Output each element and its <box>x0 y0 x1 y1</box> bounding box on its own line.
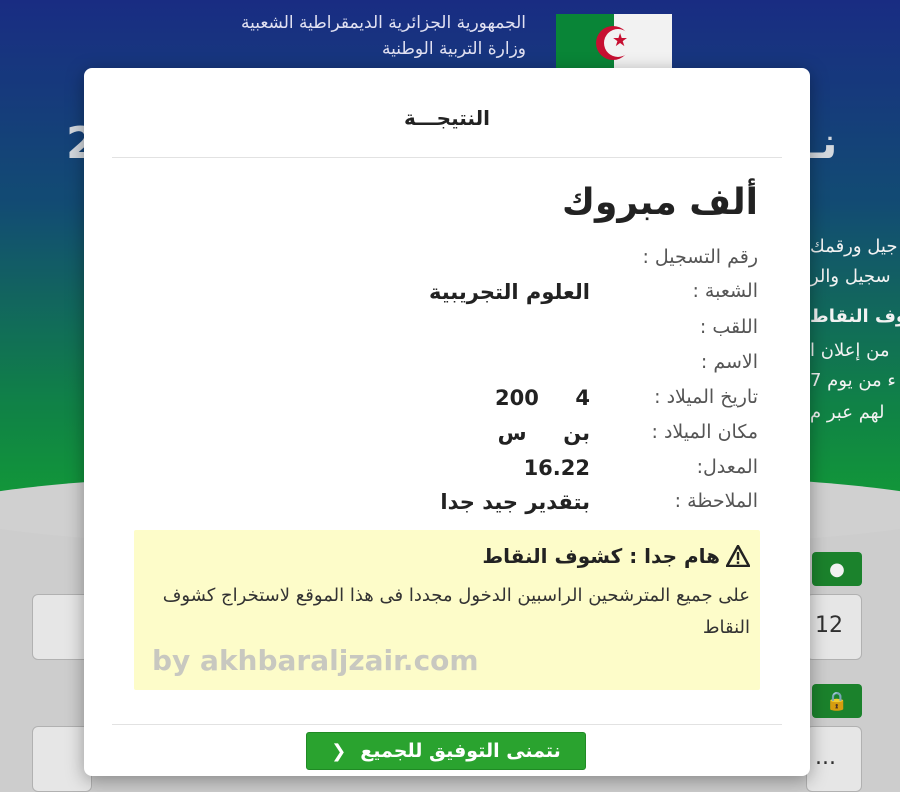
divider <box>112 157 782 158</box>
field-surname: اللقب : <box>178 316 758 350</box>
important-alert: هام جدا : كشوف النقاط على جميع المترشحين… <box>134 530 760 690</box>
field-label: رقم التسجيل : <box>642 246 758 268</box>
field-label: اللقب : <box>699 316 758 338</box>
alert-title: هام جدا : كشوف النقاط <box>482 544 720 568</box>
field-average: المعدل: 16.22 <box>178 456 758 490</box>
field-value: بتقدير جيد جدا <box>440 490 590 514</box>
alert-heading: هام جدا : كشوف النقاط <box>482 544 751 568</box>
congratulations-heading: ألف مبروك <box>561 182 758 223</box>
warning-icon <box>725 544 751 568</box>
field-label: تاريخ الميلاد : <box>654 386 758 408</box>
good-luck-button[interactable]: نتمنى التوفيق للجميع ❮ <box>306 732 586 770</box>
field-value: 200 4 <box>494 386 590 410</box>
good-luck-label: نتمنى التوفيق للجميع <box>360 740 561 762</box>
field-label: مكان الميلاد : <box>651 421 758 443</box>
field-label: المعدل: <box>696 456 758 478</box>
divider <box>112 724 782 725</box>
field-remark: الملاحظة : بتقدير جيد جدا <box>178 490 758 524</box>
watermark: by akhbaraljzair.com <box>152 644 479 677</box>
field-value: 16.22 <box>523 456 590 480</box>
field-label: الاسم : <box>700 351 758 373</box>
field-label: الملاحظة : <box>674 490 758 512</box>
chevron-left-icon: ❮ <box>331 740 347 762</box>
field-first-name: الاسم : <box>178 351 758 385</box>
field-label: الشعبة : <box>692 280 758 302</box>
field-branch: الشعبة : العلوم التجريبية <box>178 280 758 314</box>
field-registration-number: رقم التسجيل : <box>178 246 758 280</box>
field-birth-date: تاريخ الميلاد : 200 4 <box>178 386 758 420</box>
modal-title: النتيجـــة <box>404 106 490 130</box>
field-value: بن س <box>497 421 590 445</box>
alert-body: على جميع المترشحين الراسبين الدخول مجددا… <box>162 585 750 638</box>
result-modal: النتيجـــة ألف مبروك رقم التسجيل : الشعب… <box>84 68 810 776</box>
field-value: العلوم التجريبية <box>429 280 590 304</box>
field-birth-place: مكان الميلاد : بن س <box>178 421 758 455</box>
